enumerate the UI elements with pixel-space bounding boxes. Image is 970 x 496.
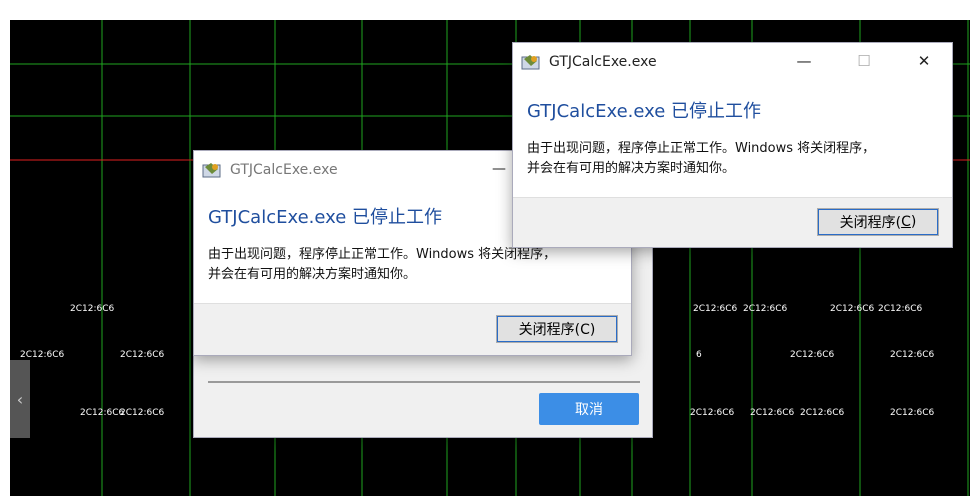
cancel-button[interactable]: 取消 [539,393,639,425]
minimize-icon[interactable]: — [781,43,827,79]
close-program-label: 关闭程序( [839,215,902,231]
maximize-icon[interactable]: ☐ [841,43,887,79]
top-strip [0,0,970,20]
beam-annotation: 2C12:6C6 [80,408,125,418]
beam-annotation: 2C12:6C6 [70,304,115,314]
beam-annotation: 6 [696,350,702,360]
beam-annotation: 2C12:6C6 [750,408,795,418]
error-dialog-right: GTJCalcExe.exe — ☐ ✕ GTJCalcExe.exe 已停止工… [512,42,953,248]
dialog-button-bar: 关闭程序(C) [513,197,952,247]
progress-bar-track [208,381,640,383]
beam-annotation: 2C12:6C6 [830,304,875,314]
close-program-accesskey: C [901,214,911,230]
beam-annotation: 2C12:6C6 [890,408,935,418]
dialog-message: 由于出现问题，程序停止正常工作。Windows 将关闭程序， 并会在有可用的解决… [513,139,952,179]
beam-annotation: 2C12:6C6 [20,350,65,360]
dialog-heading: GTJCalcExe.exe 已停止工作 [527,101,762,122]
dialog-message-line2: 并会在有可用的解决方案时通知你。 [527,161,736,176]
dialog-title: GTJCalcExe.exe [549,54,657,70]
beam-annotation: 2C12:6C6 [690,408,735,418]
dialog-message-line2: 并会在有可用的解决方案时通知你。 [208,267,417,282]
beam-annotation: 2C12:6C6 [120,350,165,360]
beam-annotation: 2C12:6C6 [890,350,935,360]
beam-annotation: 2C12:6C6 [120,408,165,418]
close-icon[interactable]: ✕ [901,43,947,79]
dialog-button-bar: 关闭程序(C) [194,303,631,355]
beam-annotation: 2C12:6C6 [693,304,738,314]
dialog-message-line1: 由于出现问题，程序停止正常工作。Windows 将关闭程序， [527,141,876,156]
beam-annotation: 2C12:6C6 [878,304,923,314]
close-program-label-end: ) [910,214,917,230]
beam-annotation: 2C12:6C6 [743,304,788,314]
close-program-button[interactable]: 关闭程序(C) [496,315,618,343]
minimize-icon[interactable]: — [484,155,514,183]
app-icon [521,53,541,71]
dialog-title: GTJCalcExe.exe [230,162,338,178]
dialog-message: 由于出现问题，程序停止正常工作。Windows 将关闭程序， 并会在有可用的解决… [194,245,631,285]
beam-annotation: 2C12:6C6 [790,350,835,360]
dialog-message-line1: 由于出现问题，程序停止正常工作。Windows 将关闭程序， [208,247,557,262]
chevron-left-icon: ‹ [16,389,24,409]
app-icon [202,161,222,179]
beam-annotation: 2C12:6C6 [800,408,845,418]
side-collapse-handle[interactable]: ‹ [10,360,30,438]
close-program-button[interactable]: 关闭程序(C) [817,208,939,236]
